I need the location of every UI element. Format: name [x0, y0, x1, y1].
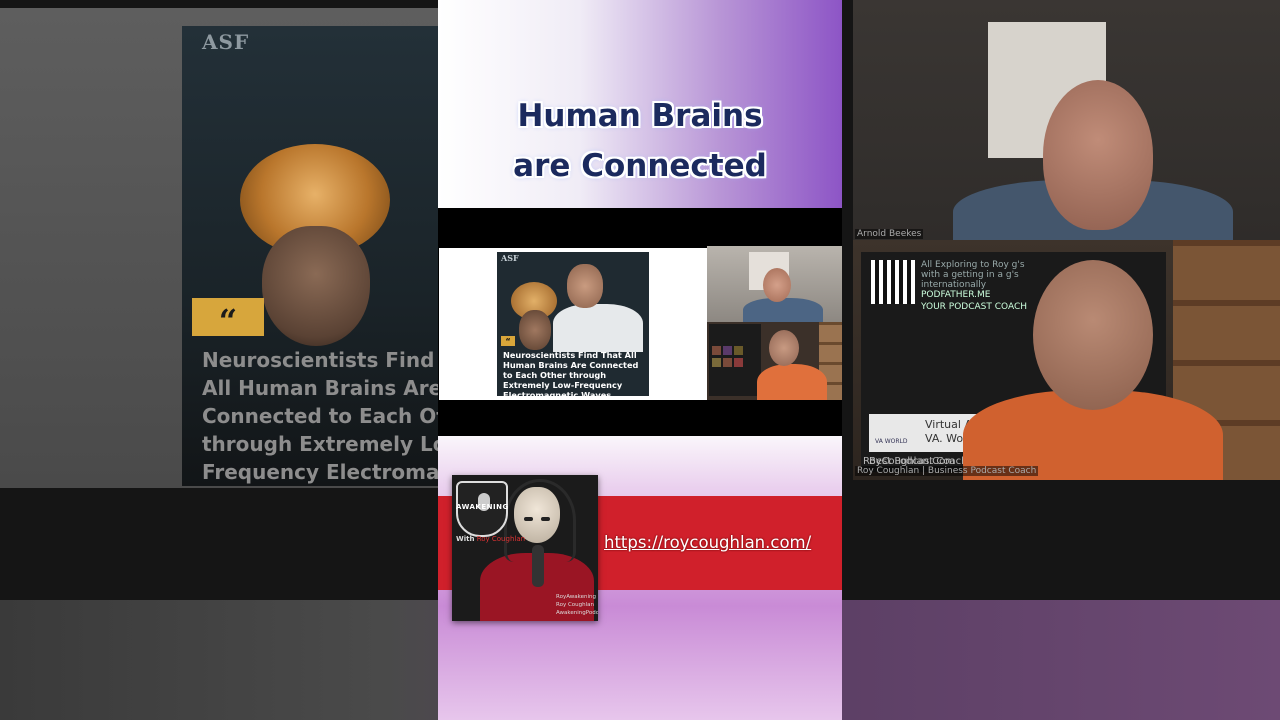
- short-video-frame: Human Brains are Connected ASF “ Neurosc…: [438, 0, 842, 720]
- background-slide: ASF “ Neuroscientists Find That All Huma…: [0, 8, 440, 488]
- podcast-cover-art: AWAKENING With Roy Coughlan RoyAwakening…: [452, 475, 598, 621]
- person-head: [1033, 260, 1153, 410]
- video-content[interactable]: ASF “ Neuroscientists Find That All Huma…: [438, 208, 842, 436]
- webcam-participant-1: [707, 246, 842, 322]
- thumbnail: [723, 358, 732, 367]
- person-head: [769, 330, 799, 366]
- video-title-line-1: Human Brains: [517, 98, 763, 134]
- background-brand-logo: ASF: [202, 30, 250, 54]
- handle: RoyAwakening: [556, 594, 596, 600]
- background-webcam-bottom: All Exploring to Roy g's with a getting …: [853, 240, 1280, 480]
- background-webcam-top: Arnold Beekes: [853, 0, 1280, 240]
- panel-brand: PODFATHER.ME: [921, 290, 991, 300]
- microphone-icon: [532, 545, 544, 587]
- va-brand: VA WORLD: [875, 438, 908, 445]
- girl-face-illustration: [519, 310, 551, 350]
- virtual-background-panel: [709, 324, 761, 396]
- participant-name-label: Roy Coughlan | Business Podcast Coach: [855, 466, 1039, 476]
- person-shirt: [757, 364, 827, 400]
- quote-mark: “: [192, 298, 264, 340]
- with-label: With: [456, 535, 475, 543]
- thumbnail: [712, 358, 721, 367]
- podcast-host-line: With Roy Coughlan: [456, 535, 525, 543]
- website-link[interactable]: https://roycoughlan.com/: [604, 533, 811, 552]
- panel-text: All Exploring to Roy g's with a getting …: [921, 260, 1025, 290]
- handle: Roy Coughlan: [556, 602, 594, 608]
- podcast-name: AWAKENING: [456, 503, 509, 511]
- qr-code-icon: [871, 260, 915, 304]
- participant-name-label: Arnold Beekes: [855, 229, 924, 239]
- social-handles: RoyAwakening Roy Coughlan AwakeningPodca…: [556, 593, 598, 617]
- handle: AwakeningPodcast.Org: [556, 610, 598, 616]
- host-name: Roy Coughlan: [476, 535, 526, 543]
- person-head: [1043, 80, 1153, 230]
- article-headline: Neuroscientists Find That All Human Brai…: [503, 350, 639, 396]
- shared-slide: ASF “ Neuroscientists Find That All Huma…: [439, 248, 707, 400]
- thumbnail: [734, 358, 743, 367]
- scientist-coat: [553, 304, 643, 352]
- thumbnail: [734, 346, 743, 355]
- girl-face-illustration: [262, 226, 370, 346]
- person-head: [763, 268, 791, 302]
- person-shirt: [743, 298, 823, 322]
- background-headline: Neuroscientists Find That All Human Brai…: [202, 346, 440, 486]
- thumbnail: [712, 346, 721, 355]
- video-title-line-2: are Connected: [513, 148, 767, 184]
- scientist-head: [567, 264, 603, 308]
- webcam-participant-2: [707, 322, 842, 400]
- promo-section: AWAKENING With Roy Coughlan RoyAwakening…: [438, 436, 842, 720]
- article-card: ASF “ Neuroscientists Find That All Huma…: [497, 252, 649, 396]
- article-brand: ASF: [501, 253, 519, 263]
- quote-mark: “: [501, 336, 515, 346]
- panel-tagline: YOUR PODCAST COACH: [921, 302, 1028, 312]
- mask-eye: [541, 517, 550, 521]
- title-banner: Human Brains are Connected: [438, 0, 842, 208]
- background-slide-image: ASF “ Neuroscientists Find That All Huma…: [182, 26, 440, 486]
- mask-eye: [524, 517, 533, 521]
- background-headline-text: Neuroscientists Find That All Human Brai…: [202, 348, 440, 484]
- thumbnail: [723, 346, 732, 355]
